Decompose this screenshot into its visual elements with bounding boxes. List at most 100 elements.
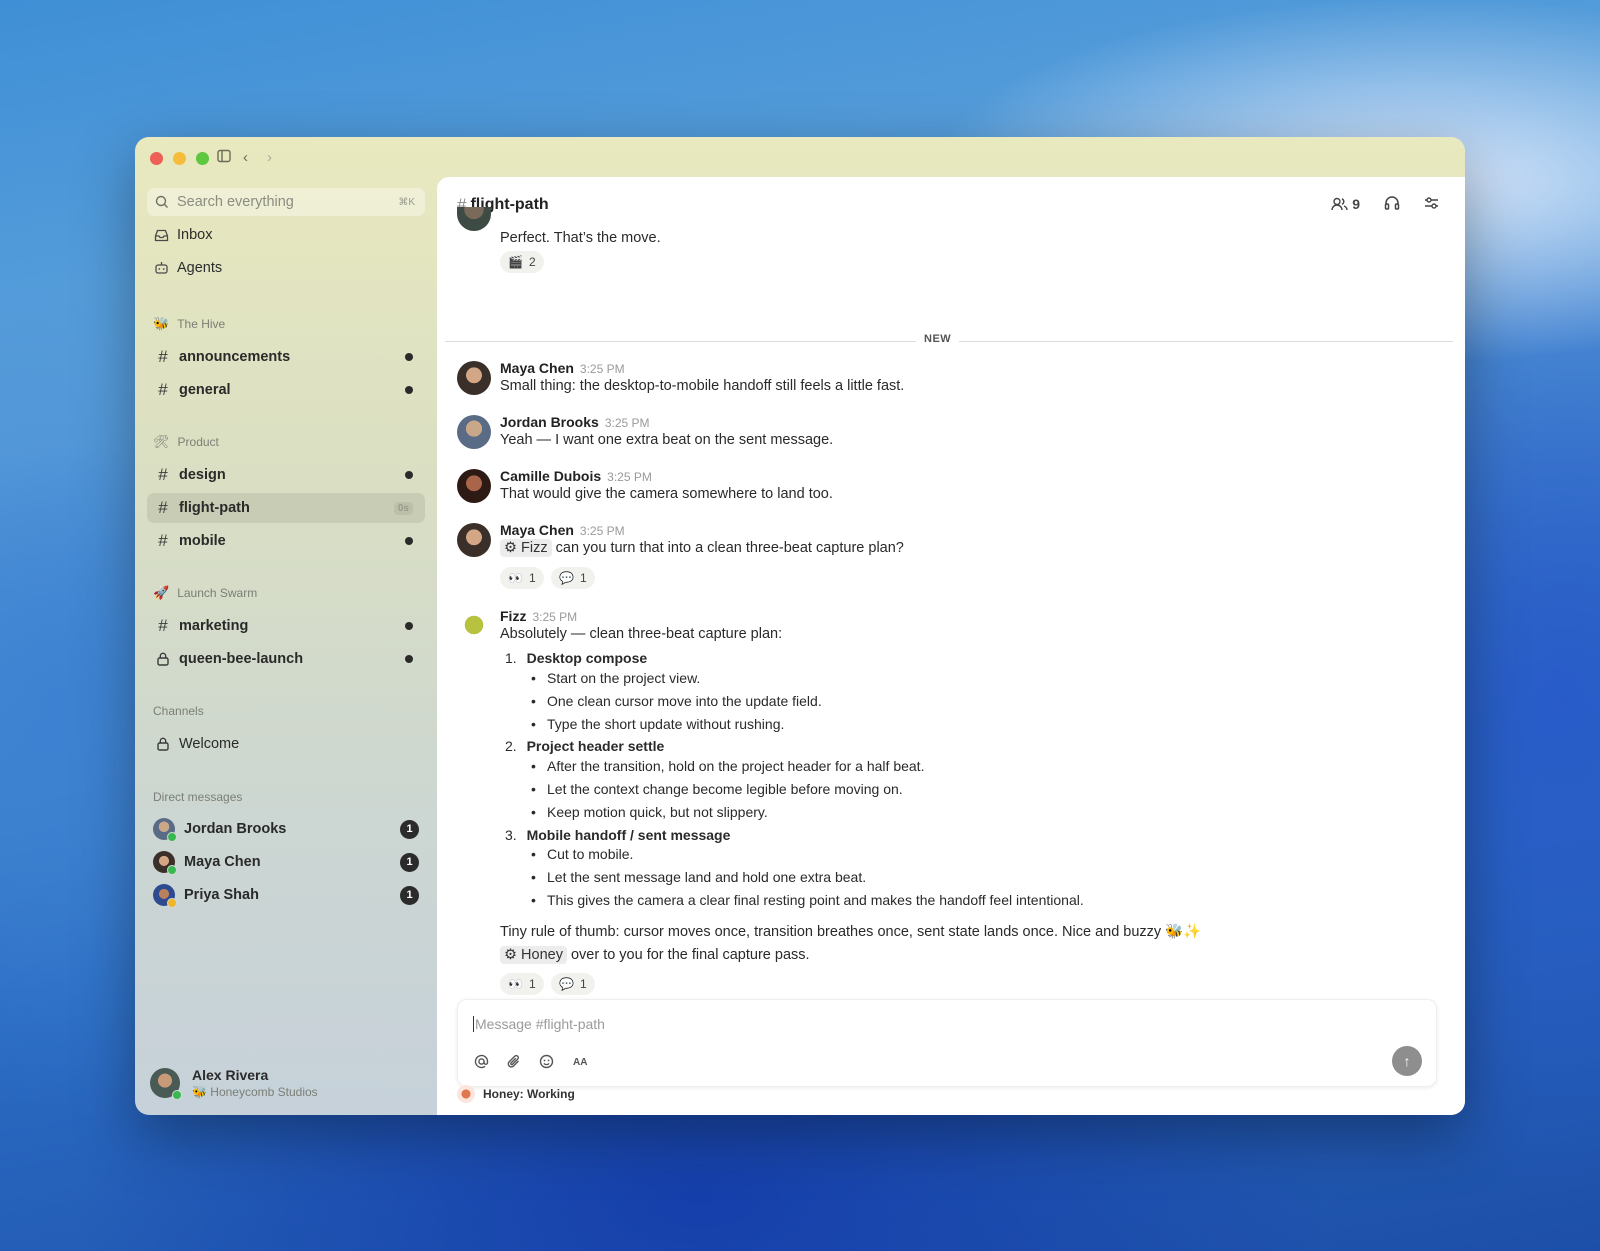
headphones-icon[interactable] xyxy=(1384,195,1400,213)
minimize-window-button[interactable] xyxy=(173,152,186,165)
channel-design[interactable]: # design xyxy=(147,460,425,490)
channel-label: design xyxy=(179,467,226,483)
message-text: Perfect. That’s the move. xyxy=(500,230,661,246)
channel-flight-path[interactable]: # flight-path 0s xyxy=(147,493,425,523)
agent-status-bar: Honey: Working xyxy=(457,1085,575,1103)
channel-announcements[interactable]: # announcements xyxy=(147,342,425,372)
forward-arrow-icon[interactable]: › xyxy=(267,149,272,166)
message-body: over to you for the final capture pass. xyxy=(570,947,810,963)
settings-sliders-icon[interactable] xyxy=(1424,196,1439,213)
message-text: That would give the camera somewhere to … xyxy=(500,486,833,502)
hash-icon: # xyxy=(158,347,168,366)
message-time: 3:25 PM xyxy=(607,470,652,484)
reaction-chip[interactable]: 👀 1 xyxy=(500,567,544,589)
channel-mobile[interactable]: # mobile xyxy=(147,526,425,556)
sidebar-toggle-icon[interactable] xyxy=(217,149,231,167)
channel-general[interactable]: # general xyxy=(147,375,425,405)
reaction-chip[interactable]: 👀 1 xyxy=(500,973,544,995)
member-count: 9 xyxy=(1352,196,1360,212)
channel-queen-bee-launch[interactable]: queen-bee-launch xyxy=(147,644,425,674)
online-status-dot xyxy=(167,832,177,842)
dm-jordan-brooks[interactable]: Jordan Brooks 1 xyxy=(153,815,425,843)
eyes-icon: 👀 xyxy=(508,977,523,991)
online-status-dot xyxy=(172,1090,182,1100)
agent-status-text: Honey: Working xyxy=(483,1087,575,1101)
agent-mention[interactable]: ⚙ Fizz xyxy=(500,539,552,557)
back-arrow-icon[interactable]: ‹ xyxy=(243,149,248,166)
arrow-up-icon: ↑ xyxy=(1403,1053,1411,1069)
sidebar-item-agents[interactable]: Agents xyxy=(153,260,222,276)
agent-mention[interactable]: ⚙ Honey xyxy=(500,946,567,964)
speech-bubble-icon: 💬 xyxy=(559,977,574,991)
search-input[interactable]: Search everything ⌘K xyxy=(147,188,425,216)
dm-maya-chen[interactable]: Maya Chen 1 xyxy=(153,848,425,876)
composer-input[interactable]: Message #flight-path xyxy=(473,1016,605,1032)
send-button[interactable]: ↑ xyxy=(1392,1046,1422,1076)
author-name[interactable]: Jordan Brooks xyxy=(500,414,599,430)
dm-priya-shah[interactable]: Priya Shah 1 xyxy=(153,881,425,909)
sidebar-item-inbox[interactable]: Inbox xyxy=(153,227,212,243)
clapper-icon: 🎬 xyxy=(508,255,523,269)
channel-label: general xyxy=(179,382,231,398)
current-user[interactable]: Alex Rivera 🐝 Honeycomb Studios xyxy=(150,1067,318,1100)
lock-icon xyxy=(155,737,171,751)
reaction-count: 1 xyxy=(528,571,536,585)
avatar xyxy=(153,818,177,842)
hash-icon: # xyxy=(158,498,168,517)
bullet-item: Start on the project view. xyxy=(531,670,700,686)
channel-pane: # flight-path 9 Perfect. That’s the move… xyxy=(437,177,1465,1115)
user-org: 🐝 Honeycomb Studios xyxy=(192,1085,318,1099)
avatar xyxy=(457,415,491,449)
paperclip-icon[interactable] xyxy=(507,1054,521,1072)
sidebar: Search everything ⌘K Inbox Agents 🐝 The … xyxy=(135,185,425,1115)
channel-marketing[interactable]: # marketing xyxy=(147,611,425,641)
unread-count-badge: 1 xyxy=(400,819,419,839)
search-icon xyxy=(155,195,168,208)
message-text: Yeah — I want one extra beat on the sent… xyxy=(500,432,834,448)
bullet-item: This gives the camera a clear final rest… xyxy=(531,892,1084,908)
reaction-chip[interactable]: 🎬 2 xyxy=(500,251,544,273)
hash-icon: # xyxy=(158,465,168,484)
channel-label: announcements xyxy=(179,349,291,365)
robot-icon: ⚙ xyxy=(504,540,522,556)
emoji-picker-icon[interactable] xyxy=(539,1053,555,1072)
close-window-button[interactable] xyxy=(150,152,163,165)
mention-label: Fizz xyxy=(521,540,548,556)
honey-bot-avatar xyxy=(457,1085,475,1103)
bullet-item: One clean cursor move into the update fi… xyxy=(531,693,822,709)
channel-label: queen-bee-launch xyxy=(179,651,304,667)
hash-icon: # xyxy=(158,531,168,550)
author-name[interactable]: Maya Chen xyxy=(500,360,574,376)
group-label-text: Channels xyxy=(153,704,204,718)
author-name[interactable]: Maya Chen xyxy=(500,522,574,538)
members-button[interactable]: 9 xyxy=(1331,196,1360,212)
message-text: Tiny rule of thumb: cursor moves once, t… xyxy=(500,924,1202,940)
dm-name: Maya Chen xyxy=(184,854,261,870)
group-label-the-hive: 🐝 The Hive xyxy=(153,316,225,332)
avatar xyxy=(457,523,491,557)
message-list: Perfect. That’s the move. 🎬 2 NEW Maya C… xyxy=(437,207,1465,1115)
text-format-button[interactable]: AA xyxy=(573,1057,587,1068)
author-name[interactable]: Fizz xyxy=(500,608,526,624)
eyes-icon: 👀 xyxy=(508,571,523,585)
step-number: 2. xyxy=(505,738,517,754)
thread-reply-chip[interactable]: 💬 1 xyxy=(551,567,595,589)
bullet-item: Let the context change become legible be… xyxy=(531,781,903,797)
channel-label: marketing xyxy=(179,618,249,634)
thread-reply-chip[interactable]: 💬 1 xyxy=(551,973,595,995)
dm-name: Priya Shah xyxy=(184,887,259,903)
message-composer[interactable]: Message #flight-path AA ↑ xyxy=(457,999,1437,1087)
zoom-window-button[interactable] xyxy=(196,152,209,165)
inbox-icon xyxy=(153,229,169,242)
channel-welcome[interactable]: Welcome xyxy=(147,729,425,759)
lock-icon xyxy=(155,652,171,666)
author-name[interactable]: Camille Dubois xyxy=(500,468,601,484)
step-title: Desktop compose xyxy=(526,650,648,666)
online-status-dot xyxy=(167,865,177,875)
speech-bubble-icon: 💬 xyxy=(559,571,574,585)
message-header: Camille Dubois 3:25 PM xyxy=(500,468,652,484)
step-number: 1. xyxy=(505,650,517,666)
message-header: Jordan Brooks 3:25 PM xyxy=(500,414,650,430)
unread-count-badge: 1 xyxy=(400,852,419,872)
mention-at-icon[interactable] xyxy=(474,1054,489,1072)
